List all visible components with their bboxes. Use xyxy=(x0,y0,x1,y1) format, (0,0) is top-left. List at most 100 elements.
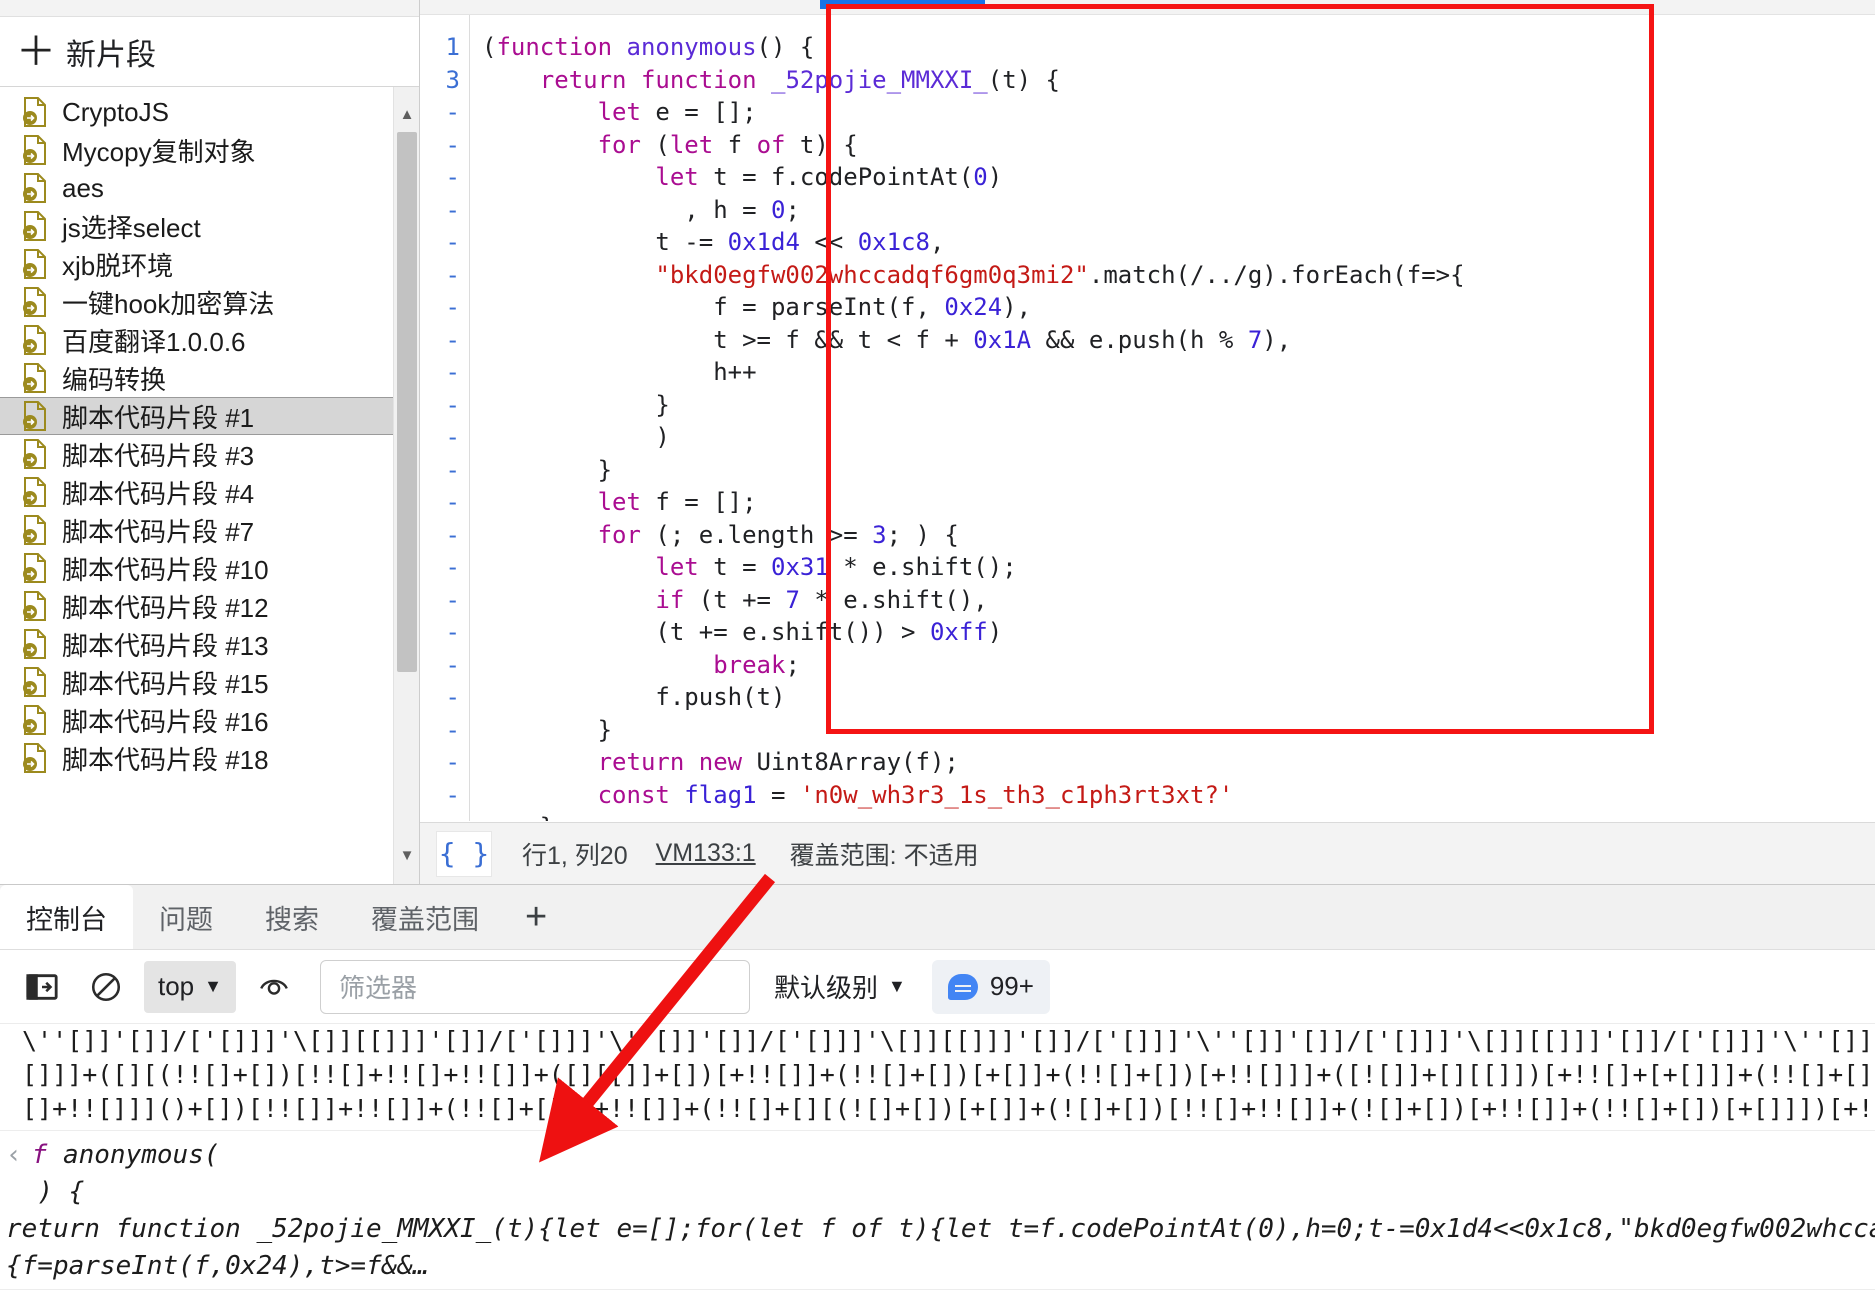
code-line[interactable]: (t += e.shift()) > 0xff) xyxy=(482,616,1875,649)
line-number: - xyxy=(445,748,460,776)
snippet-label: CryptoJS xyxy=(62,96,169,127)
code-line[interactable]: for (; e.length >= 3; ) { xyxy=(482,519,1875,552)
line-number: - xyxy=(445,358,460,386)
snippet-file-icon xyxy=(22,667,48,697)
log-function-name: anonymous( xyxy=(62,1140,220,1170)
line-number: - xyxy=(445,98,460,126)
code-line[interactable]: (function anonymous() { xyxy=(482,31,1875,64)
snippet-list-item[interactable]: Mycopy复制对象 xyxy=(0,131,394,169)
line-number: - xyxy=(445,780,460,809)
snippet-file-icon xyxy=(22,743,48,773)
code-line[interactable]: if (t += 7 * e.shift(), xyxy=(482,584,1875,617)
code-line[interactable]: } xyxy=(482,389,1875,422)
snippet-list-item[interactable]: js选择select xyxy=(0,207,394,245)
code-line[interactable]: let t = f.codePointAt(0) xyxy=(482,161,1875,194)
clear-console-icon[interactable] xyxy=(80,961,132,1013)
log-entry-second-line: ) { xyxy=(37,1177,85,1207)
drawer-tab-bar: 控制台 问题 搜索 覆盖范围 + xyxy=(0,885,1875,950)
code-line[interactable]: t -= 0x1d4 << 0x1c8, xyxy=(482,226,1875,259)
drawer-tab[interactable]: 搜索 xyxy=(239,885,345,949)
code-content[interactable]: (function anonymous() { return function … xyxy=(470,15,1875,821)
source-editor-pane: 1 3 - - - - - - - - - - - - - - - - - - - - - - - (function anon… xyxy=(420,0,1875,884)
snippet-label: 脚本代码片段 #15 xyxy=(62,668,269,699)
snippet-list-item[interactable]: 脚本代码片段 #10 xyxy=(0,549,394,587)
code-line[interactable]: const flag1 = 'n0w_wh3r3_1s_th3_c1ph3rt3… xyxy=(482,779,1875,812)
code-line[interactable]: return function _52pojie_MMXXI_(t) { xyxy=(482,64,1875,97)
snippet-file-icon xyxy=(22,591,48,621)
execution-context-select[interactable]: top ▼ xyxy=(144,960,236,1013)
sidebar-scrollbar-thumb[interactable] xyxy=(397,132,417,672)
sidebar-scrollbar[interactable]: ▲ ▼ xyxy=(393,87,419,884)
code-line[interactable]: return new Uint8Array(f); xyxy=(482,746,1875,779)
code-line[interactable]: f = parseInt(f, 0x24), xyxy=(482,291,1875,324)
line-number: - xyxy=(445,325,460,354)
snippet-list-item[interactable]: 一键hook加密算法 xyxy=(0,283,394,321)
snippet-list: CryptoJS Mycopy复制对象 aes js选择select xjb脱环境 一键h… xyxy=(0,87,394,777)
pretty-print-button[interactable]: { } xyxy=(436,830,492,877)
issues-icon xyxy=(947,973,978,1000)
drawer-tab[interactable]: 覆盖范围 xyxy=(345,885,505,949)
code-line[interactable]: let t = 0x31 * e.shift(); xyxy=(482,551,1875,584)
snippet-file-icon xyxy=(22,401,48,431)
snippet-label: Mycopy复制对象 xyxy=(62,136,256,167)
console-output[interactable]: \''[]]'[]]/['[]]]'\[]][[]]]'[]]/['[]]]'\… xyxy=(0,1024,1875,1298)
line-number: - xyxy=(445,455,460,484)
snippet-list-item[interactable]: 百度翻译1.0.0.6 xyxy=(0,321,394,359)
snippet-file-icon xyxy=(22,439,48,469)
snippet-list-item[interactable]: 脚本代码片段 #1 xyxy=(0,397,394,435)
drawer-tab[interactable]: 控制台 xyxy=(0,885,133,949)
log-level-select[interactable]: 默认级别 ▼ xyxy=(774,968,906,1005)
drawer-tab[interactable]: 问题 xyxy=(133,885,239,949)
line-number: - xyxy=(445,585,460,614)
scroll-up-icon[interactable]: ▲ xyxy=(394,101,419,127)
code-line[interactable]: } xyxy=(482,714,1875,747)
code-line[interactable]: h++ xyxy=(482,356,1875,389)
code-line[interactable]: break; xyxy=(482,649,1875,682)
code-line[interactable]: f.push(t) xyxy=(482,681,1875,714)
snippet-list-item[interactable]: aes xyxy=(0,169,394,207)
snippet-label: xjb脱环境 xyxy=(62,250,174,281)
code-line[interactable]: t >= f && t < f + 0x1A && e.push(h % 7), xyxy=(482,324,1875,357)
snippet-list-item[interactable]: 编码转换 xyxy=(0,359,394,397)
code-view[interactable]: 1 3 - - - - - - - - - - - - - - - - - - - - - - - (function anon… xyxy=(420,15,1875,821)
line-number: - xyxy=(420,811,469,821)
scroll-down-icon[interactable]: ▼ xyxy=(394,842,419,868)
code-line[interactable]: } xyxy=(482,454,1875,487)
snippet-label: js选择select xyxy=(62,212,201,243)
source-name[interactable]: VM133:1 xyxy=(656,839,756,868)
code-line[interactable]: } xyxy=(482,811,1875,821)
snippet-list-item[interactable]: 脚本代码片段 #18 xyxy=(0,739,394,777)
snippet-list-item[interactable]: 脚本代码片段 #4 xyxy=(0,473,394,511)
code-line[interactable]: ) xyxy=(482,421,1875,454)
snippet-label: 编码转换 xyxy=(62,364,167,395)
snippet-list-item[interactable]: xjb脱环境 xyxy=(0,245,394,283)
code-line[interactable]: , h = 0; xyxy=(482,194,1875,227)
line-number: - xyxy=(445,163,460,191)
chevron-down-icon: ▼ xyxy=(204,976,222,996)
log-level-value: 默认级别 xyxy=(773,973,878,1003)
snippet-list-item[interactable]: 脚本代码片段 #16 xyxy=(0,701,394,739)
line-number: - xyxy=(445,488,460,516)
snippet-file-icon xyxy=(22,629,48,659)
snippet-list-item[interactable]: 脚本代码片段 #13 xyxy=(0,625,394,663)
code-line[interactable]: let f = []; xyxy=(482,486,1875,519)
snippet-list-item[interactable]: 脚本代码片段 #12 xyxy=(0,587,394,625)
code-line[interactable]: "bkd0egfw002whccadqf6gm0q3mi2".match(/..… xyxy=(482,259,1875,292)
snippet-label: 脚本代码片段 #16 xyxy=(62,706,269,737)
snippet-list-item[interactable]: 脚本代码片段 #3 xyxy=(0,435,394,473)
console-prompt[interactable]: › xyxy=(0,1290,1875,1298)
log-entry-third-line: return function _52pojie_MMXXI_(t){let e… xyxy=(6,1214,1875,1244)
console-sidebar-icon[interactable] xyxy=(16,961,68,1013)
live-expression-icon[interactable] xyxy=(248,961,300,1013)
code-line[interactable]: let e = []; xyxy=(482,96,1875,129)
snippet-list-item[interactable]: CryptoJS xyxy=(0,93,394,131)
new-snippet-button[interactable]: ＋ 新片段 xyxy=(0,17,419,87)
console-log-entry[interactable]: ‹ f anonymous( ) { return function _52poj… xyxy=(0,1131,1875,1290)
code-line[interactable]: for (let f of t) { xyxy=(482,129,1875,162)
console-filter-input[interactable]: 筛选器 xyxy=(319,959,750,1014)
snippet-list-item[interactable]: 脚本代码片段 #15 xyxy=(0,663,394,701)
issues-badge[interactable]: 99+ xyxy=(931,959,1050,1014)
log-entry-first-line: ‹ f anonymous( xyxy=(6,1137,1875,1174)
snippet-list-item[interactable]: 脚本代码片段 #7 xyxy=(0,511,394,549)
add-tab-icon[interactable]: + xyxy=(505,885,567,949)
